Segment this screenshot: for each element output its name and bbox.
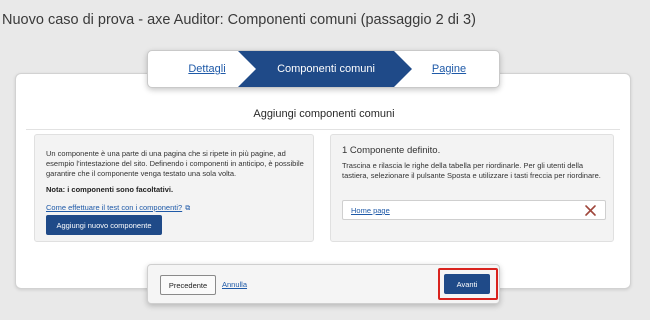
reorder-instructions: Trascina e rilascia le righe della tabel…	[342, 161, 601, 180]
cancel-link[interactable]: Annulla	[222, 280, 247, 289]
next-button[interactable]: Avanti	[444, 274, 490, 294]
help-link[interactable]: Come effettuare il test con i componenti…	[46, 203, 190, 213]
step-common-components: Componenti comuni	[277, 63, 375, 75]
wizard-footer: Precedente Annulla Avanti	[147, 264, 500, 304]
wizard-stepper: Dettagli Componenti comuni Pagine	[147, 50, 500, 88]
wizard-card: Aggiungi componenti comuni Un componente…	[15, 73, 631, 289]
components-info-panel: Un componente è una parte di una pagina …	[34, 134, 314, 242]
divider	[26, 129, 620, 130]
close-icon[interactable]	[584, 204, 597, 217]
component-count: 1 Componente definito.	[342, 145, 441, 156]
component-row[interactable]: Home page	[342, 200, 606, 220]
optional-note: Nota: i componenti sono facoltativi.	[46, 185, 174, 194]
previous-button[interactable]: Precedente	[160, 275, 216, 295]
component-name-link[interactable]: Home page	[351, 206, 390, 215]
components-list-panel: 1 Componente definito. Trascina e rilasc…	[330, 134, 614, 242]
section-heading: Aggiungi componenti comuni	[253, 108, 395, 120]
add-component-button[interactable]: Aggiungi nuovo componente	[46, 215, 162, 235]
page-title: Nuovo caso di prova - axe Auditor: Compo…	[2, 12, 476, 28]
external-link-icon: ⧉	[185, 205, 191, 212]
step-details[interactable]: Dettagli	[162, 51, 252, 87]
step-pages[interactable]: Pagine	[410, 51, 488, 87]
components-description: Un componente è una parte di una pagina …	[46, 149, 304, 178]
